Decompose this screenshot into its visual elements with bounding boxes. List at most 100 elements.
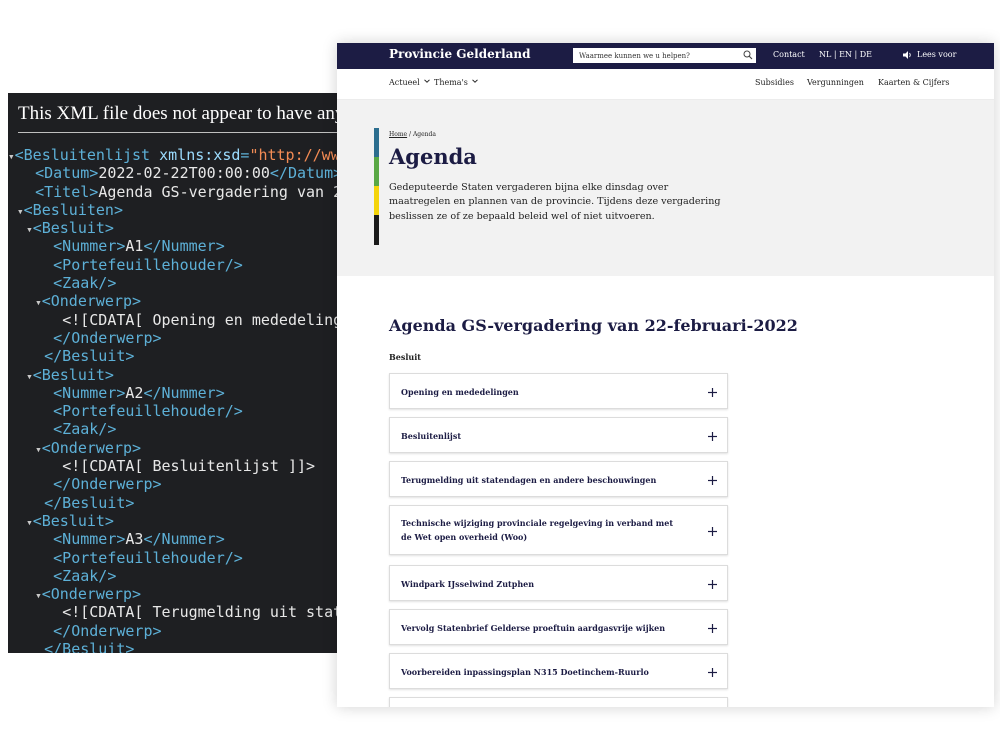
xml-source-tree: ▾<Besluitenlijst xmlns:xsd="http://www.w…	[8, 146, 348, 653]
xml-line: <Portefeuillehouder/>	[8, 549, 348, 567]
accordion-item[interactable]: Windpark IJsselwind Zutphen	[389, 565, 728, 601]
xml-text: A2	[125, 383, 144, 402]
xml-text: A1	[125, 237, 144, 256]
chevron-down-icon	[423, 79, 430, 83]
xml-indent	[35, 640, 44, 653]
expand-plus-icon[interactable]	[708, 388, 717, 397]
search-input[interactable]	[579, 48, 734, 63]
nav-actueel[interactable]: Actueel	[389, 78, 430, 87]
xml-line: <Titel>Agenda GS-vergadering van 22-febr…	[8, 183, 348, 201]
nav-themas[interactable]: Thema's	[434, 78, 478, 87]
xml-line: ▾<Besluiten>	[8, 201, 348, 219]
xml-line: <Portefeuillehouder/>	[8, 402, 348, 420]
expand-plus-icon[interactable]	[708, 624, 717, 633]
breadcrumb-home-link[interactable]: Home	[389, 131, 407, 138]
collapse-arrow-icon[interactable]: ▾	[35, 443, 42, 456]
read-aloud-link[interactable]: Lees voor	[917, 50, 956, 59]
collapse-arrow-icon[interactable]: ▾	[35, 296, 42, 309]
xml-indent	[8, 585, 35, 603]
xml-indent	[44, 237, 53, 255]
xml-indent	[8, 640, 35, 653]
xml-indent	[44, 475, 53, 493]
xml-indent	[8, 329, 44, 347]
xml-indent	[53, 603, 62, 621]
collapse-arrow-icon[interactable]: ▾	[8, 150, 15, 163]
collapse-arrow-icon[interactable]: ▾	[26, 223, 33, 236]
xml-indent	[8, 494, 35, 512]
xml-line: <Zaak/>	[8, 567, 348, 585]
xml-indent	[8, 384, 44, 402]
contact-link[interactable]: Contact	[773, 50, 805, 59]
website-window: Provincie Gelderland Contact NL | EN | D…	[337, 43, 994, 707]
xml-style-notice: This XML file does not appear to have an…	[18, 103, 348, 124]
xml-indent	[8, 622, 44, 640]
xml-line: </Besluit>	[8, 494, 348, 512]
xml-line: <Nummer>A2</Nummer>	[8, 384, 348, 402]
accordion-item[interactable]: Vervolg Statenbrief Gelderse proeftuin a…	[389, 609, 728, 645]
xml-indent	[44, 622, 53, 640]
expand-plus-icon[interactable]	[708, 432, 717, 441]
xml-indent	[8, 366, 26, 384]
xml-tag: </Datum>	[269, 164, 343, 183]
xml-text: <![CDATA[ Terugmelding uit statendagen e…	[62, 603, 348, 622]
accordion-item[interactable]: Terugmelding uit statendagen en andere b…	[389, 461, 728, 497]
xml-indent	[53, 311, 62, 329]
xml-line: </Besluit>	[8, 640, 348, 653]
accordion-item[interactable]	[389, 697, 728, 707]
xml-tag: </Onderwerp>	[53, 475, 162, 494]
xml-indent	[8, 567, 44, 585]
xml-line: ▾<Onderwerp>	[8, 585, 348, 603]
xml-line: ▾<Besluit>	[8, 512, 348, 530]
xml-tag: <Onderwerp>	[41, 585, 142, 604]
xml-tag: </Nummer>	[143, 530, 225, 549]
nav-kaarten-cijfers[interactable]: Kaarten & Cijfers	[878, 78, 949, 87]
xml-text: A3	[125, 530, 144, 549]
xml-indent	[8, 512, 26, 530]
xml-indent	[26, 164, 35, 182]
accordion-item[interactable]: Voorbereiden inpassingsplan N315 Doetinc…	[389, 653, 728, 689]
xml-tag: </Onderwerp>	[53, 328, 162, 347]
search-box[interactable]	[573, 48, 756, 63]
xml-indent	[44, 274, 53, 292]
search-icon[interactable]	[743, 50, 753, 60]
xml-line: </Onderwerp>	[8, 475, 348, 493]
accordion-item[interactable]: Besluitenlijst	[389, 417, 728, 453]
breadcrumb: Home / Agenda	[389, 131, 436, 138]
chevron-down-icon	[472, 79, 478, 83]
site-logo-text[interactable]: Provincie Gelderland	[389, 47, 531, 61]
accordion-item-label: Terugmelding uit statendagen en andere b…	[401, 475, 657, 485]
collapse-arrow-icon[interactable]: ▾	[35, 589, 42, 602]
xml-indent	[8, 219, 26, 237]
collapse-arrow-icon[interactable]: ▾	[17, 205, 24, 218]
xml-line: <Zaak/>	[8, 274, 348, 292]
page-header: Home / Agenda Agenda Gedeputeerde Staten…	[337, 100, 994, 276]
xml-indent	[8, 402, 44, 420]
collapse-arrow-icon[interactable]: ▾	[26, 516, 33, 529]
accordion-item[interactable]: Technische wijziging provinciale regelge…	[389, 505, 728, 555]
color-bar-yellow	[374, 186, 379, 215]
speaker-icon[interactable]	[903, 50, 913, 60]
xml-indent	[8, 439, 35, 457]
xml-indent	[44, 384, 53, 402]
xml-tag: <Nummer>	[53, 237, 126, 256]
accordion-item[interactable]: Opening en mededelingen	[389, 373, 728, 409]
expand-plus-icon[interactable]	[708, 527, 717, 536]
top-bar: Provincie Gelderland Contact NL | EN | D…	[337, 43, 994, 69]
collapse-arrow-icon[interactable]: ▾	[26, 370, 33, 383]
xml-indent	[44, 329, 53, 347]
xml-text: <![CDATA[ Besluitenlijst ]]>	[62, 457, 316, 476]
xml-tag: <Besluitenlijst	[14, 146, 160, 164]
section-label: Besluit	[389, 352, 421, 362]
expand-plus-icon[interactable]	[708, 580, 717, 589]
xml-indent	[44, 420, 53, 438]
xml-tag: <Onderwerp>	[41, 292, 142, 311]
main-navigation: Actueel Thema's Subsidies Vergunningen K…	[337, 69, 994, 100]
xml-line: <Datum>2022-02-22T00:00:00</Datum>	[8, 164, 348, 182]
expand-plus-icon[interactable]	[708, 668, 717, 677]
language-switcher[interactable]: NL | EN | DE	[819, 50, 872, 59]
nav-subsidies[interactable]: Subsidies	[755, 78, 794, 87]
xml-indent	[8, 420, 44, 438]
nav-vergunningen[interactable]: Vergunningen	[807, 78, 864, 87]
expand-plus-icon[interactable]	[708, 476, 717, 485]
xml-indent	[44, 530, 53, 548]
